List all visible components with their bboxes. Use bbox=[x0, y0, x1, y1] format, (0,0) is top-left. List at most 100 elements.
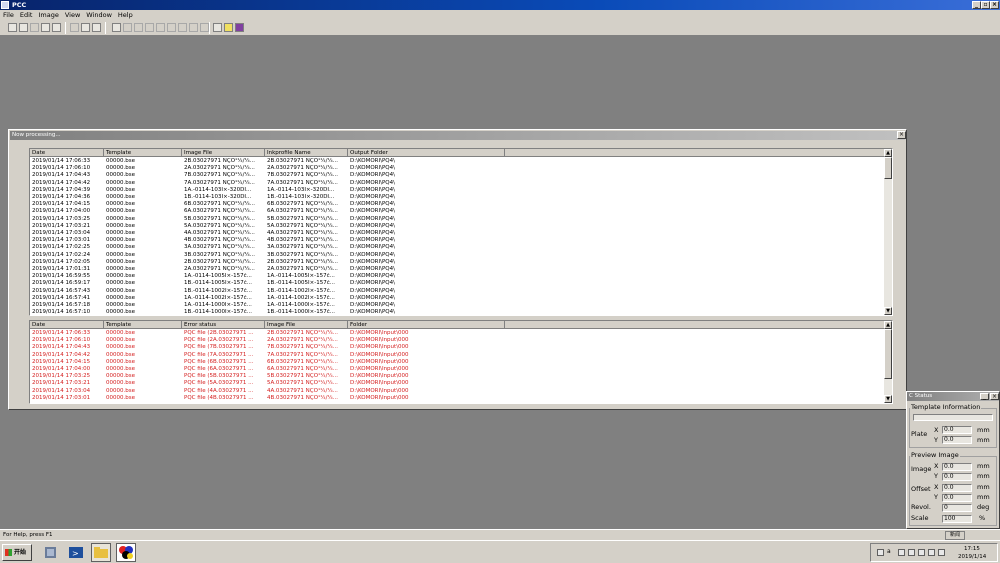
error-row[interactable]: 2019/01/14 17:06:33 00000.bse PQC file (2B… bbox=[30, 330, 892, 337]
scroll-thumb[interactable] bbox=[884, 329, 892, 379]
explorer-icon[interactable] bbox=[91, 543, 111, 562]
error-row[interactable]: 2019/01/14 17:04:43 00000.bse PQC file (7B… bbox=[30, 344, 892, 351]
close-icon[interactable]: × bbox=[897, 131, 906, 139]
column-template[interactable]: Template bbox=[104, 321, 182, 329]
processed-row[interactable]: 2019/01/14 17:02:25 00000.bse 3A.03027971 … bbox=[30, 244, 892, 251]
processed-row[interactable]: 2019/01/14 17:04:43 00000.bse 7B.03027971 … bbox=[30, 172, 892, 179]
processed-row[interactable]: 2019/01/14 17:04:42 00000.bse 7A.03027971 … bbox=[30, 180, 892, 187]
disk-icon[interactable] bbox=[52, 23, 61, 32]
processed-row[interactable]: 2019/01/14 17:03:21 00000.bse 5A.03027971 … bbox=[30, 223, 892, 230]
column-output-folder[interactable]: Output Folder bbox=[348, 149, 505, 157]
menu-view[interactable]: View bbox=[62, 10, 83, 20]
processed-row[interactable]: 2019/01/14 16:57:18 00000.bse 1A.-0114-100… bbox=[30, 302, 892, 309]
zoom-icon[interactable] bbox=[123, 23, 132, 32]
print-icon[interactable] bbox=[213, 23, 222, 32]
processed-row[interactable]: 2019/01/14 17:04:15 00000.bse 6B.03027971 … bbox=[30, 201, 892, 208]
list-icon[interactable] bbox=[41, 23, 50, 32]
column-inkprofile-name[interactable]: Inkprofile Name bbox=[265, 149, 348, 157]
menu-help[interactable]: Help bbox=[115, 10, 136, 20]
processed-row[interactable]: 2019/01/14 16:57:43 00000.bse 1B.-0114-100… bbox=[30, 288, 892, 295]
display-icon[interactable] bbox=[928, 549, 935, 556]
error-row[interactable]: 2019/01/14 17:06:10 00000.bse PQC file (2A… bbox=[30, 337, 892, 344]
clock-time[interactable]: 17:15 bbox=[964, 546, 980, 552]
error-row[interactable]: 2019/01/14 17:03:21 00000.bse PQC file (5A… bbox=[30, 380, 892, 387]
processed-row[interactable]: 2019/01/14 17:04:00 00000.bse 6A.03027971 … bbox=[30, 208, 892, 215]
error-row[interactable]: 2019/01/14 17:04:42 00000.bse PQC file (7A… bbox=[30, 352, 892, 359]
ruler-icon[interactable] bbox=[200, 23, 209, 32]
volume-icon[interactable] bbox=[908, 549, 915, 556]
menu-edit[interactable]: Edit bbox=[17, 10, 36, 20]
network-icon[interactable] bbox=[877, 549, 884, 556]
processed-row[interactable]: 2019/01/14 16:57:10 00000.bse 1B.-0114-100… bbox=[30, 309, 892, 315]
move-icon[interactable] bbox=[134, 23, 143, 32]
processed-row[interactable]: 2019/01/14 16:59:17 00000.bse 1B.-0114-100… bbox=[30, 280, 892, 287]
processed-row[interactable]: 2019/01/14 17:03:25 00000.bse 5B.03027971 … bbox=[30, 216, 892, 223]
scroll-up-icon[interactable]: ▲ bbox=[884, 149, 892, 157]
minimize-icon[interactable]: _ bbox=[980, 393, 989, 400]
column-error-status[interactable]: Error status bbox=[182, 321, 265, 329]
minimize-icon[interactable]: _ bbox=[972, 1, 981, 9]
status-panel-tab[interactable]: 新闻 bbox=[945, 531, 965, 540]
rotate-icon[interactable] bbox=[145, 23, 154, 32]
scroll-down-icon[interactable]: ▼ bbox=[884, 395, 892, 403]
processed-row[interactable]: 2019/01/14 17:06:10 00000.bse 2A.03027971 … bbox=[30, 165, 892, 172]
paste-icon[interactable] bbox=[81, 23, 90, 32]
processed-row[interactable]: 2019/01/14 17:02:24 00000.bse 3B.03027971 … bbox=[30, 252, 892, 259]
flip-icon[interactable] bbox=[156, 23, 165, 32]
column-image-file[interactable]: Image File bbox=[182, 149, 265, 157]
error-list[interactable]: Date Template Error status Image File Fo… bbox=[29, 320, 893, 404]
processed-row[interactable]: 2019/01/14 17:02:05 00000.bse 2B.03027971 … bbox=[30, 259, 892, 266]
cut-icon[interactable] bbox=[70, 23, 79, 32]
processed-row[interactable]: 2019/01/14 17:06:33 00000.bse 2B.03027971 … bbox=[30, 158, 892, 165]
close-icon[interactable]: × bbox=[990, 1, 999, 9]
scroll-up-icon[interactable]: ▲ bbox=[884, 321, 892, 329]
scroll-thumb[interactable] bbox=[884, 157, 892, 179]
processed-row[interactable]: 2019/01/14 17:04:36 00000.bse 1B.-0114-103… bbox=[30, 194, 892, 201]
processed-files-list[interactable]: Date Template Image File Inkprofile Name… bbox=[29, 148, 893, 316]
server-manager-icon[interactable] bbox=[41, 543, 61, 562]
processed-cell: 2B.03027971 ÑÇÕ¹¼/¼... bbox=[267, 258, 339, 265]
pointer-icon[interactable] bbox=[112, 23, 121, 32]
column-template[interactable]: Template bbox=[104, 149, 182, 157]
menu-image[interactable]: Image bbox=[35, 10, 61, 20]
column-image-file[interactable]: Image File bbox=[265, 321, 348, 329]
menu-window[interactable]: Window bbox=[83, 10, 115, 20]
start-button[interactable]: 开始 bbox=[2, 544, 32, 561]
error-row[interactable]: 2019/01/14 17:04:00 00000.bse PQC file (6A… bbox=[30, 366, 892, 373]
processed-list-scrollbar[interactable]: ▲ ▼ bbox=[884, 149, 892, 315]
column-date[interactable]: Date bbox=[30, 321, 104, 329]
about-icon[interactable] bbox=[235, 23, 244, 32]
processed-row[interactable]: 2019/01/14 17:01:31 00000.bse 2A.03027971 … bbox=[30, 266, 892, 273]
processed-row[interactable]: 2019/01/14 16:59:55 00000.bse 1A.-0114-100… bbox=[30, 273, 892, 280]
flag-icon[interactable] bbox=[918, 549, 925, 556]
redo-icon[interactable] bbox=[189, 23, 198, 32]
open-icon[interactable] bbox=[8, 23, 17, 32]
power-icon[interactable] bbox=[938, 549, 945, 556]
restore-icon[interactable]: ▫ bbox=[981, 1, 990, 9]
error-row[interactable]: 2019/01/14 17:04:15 00000.bse PQC file (6B… bbox=[30, 359, 892, 366]
scroll-down-icon[interactable]: ▼ bbox=[884, 307, 892, 315]
language-indicator[interactable]: a bbox=[887, 548, 894, 555]
processed-row[interactable]: 2019/01/14 17:04:39 00000.bse 1A.-0114-103… bbox=[30, 187, 892, 194]
error-row[interactable]: 2019/01/14 17:03:25 00000.bse PQC file (5B… bbox=[30, 373, 892, 380]
undo-icon[interactable] bbox=[178, 23, 187, 32]
processed-row[interactable]: 2019/01/14 17:03:01 00000.bse 4B.03027971 … bbox=[30, 237, 892, 244]
error-row[interactable]: 2019/01/14 17:03:01 00000.bse PQC file (4B… bbox=[30, 395, 892, 402]
error-list-scrollbar[interactable]: ▲ ▼ bbox=[884, 321, 892, 403]
help-icon[interactable] bbox=[224, 23, 233, 32]
processed-row[interactable]: 2019/01/14 17:03:04 00000.bse 4A.03027971 … bbox=[30, 230, 892, 237]
column-folder[interactable]: Folder bbox=[348, 321, 505, 329]
close-icon[interactable]: × bbox=[990, 393, 999, 400]
copy-icon[interactable] bbox=[30, 23, 39, 32]
column-date[interactable]: Date bbox=[30, 149, 104, 157]
document-icon[interactable] bbox=[92, 23, 101, 32]
error-row[interactable]: 2019/01/14 17:03:04 00000.bse PQC file (4A… bbox=[30, 388, 892, 395]
powershell-icon[interactable]: > bbox=[66, 543, 86, 562]
tray-app-icon[interactable] bbox=[898, 549, 905, 556]
pcc-taskbar-icon[interactable] bbox=[116, 543, 136, 562]
processed-row[interactable]: 2019/01/14 16:57:41 00000.bse 1A.-0114-100… bbox=[30, 295, 892, 302]
clock-date[interactable]: 2019/1/14 bbox=[958, 554, 986, 560]
check-icon[interactable] bbox=[167, 23, 176, 32]
menu-file[interactable]: File bbox=[0, 10, 17, 20]
save-icon[interactable] bbox=[19, 23, 28, 32]
